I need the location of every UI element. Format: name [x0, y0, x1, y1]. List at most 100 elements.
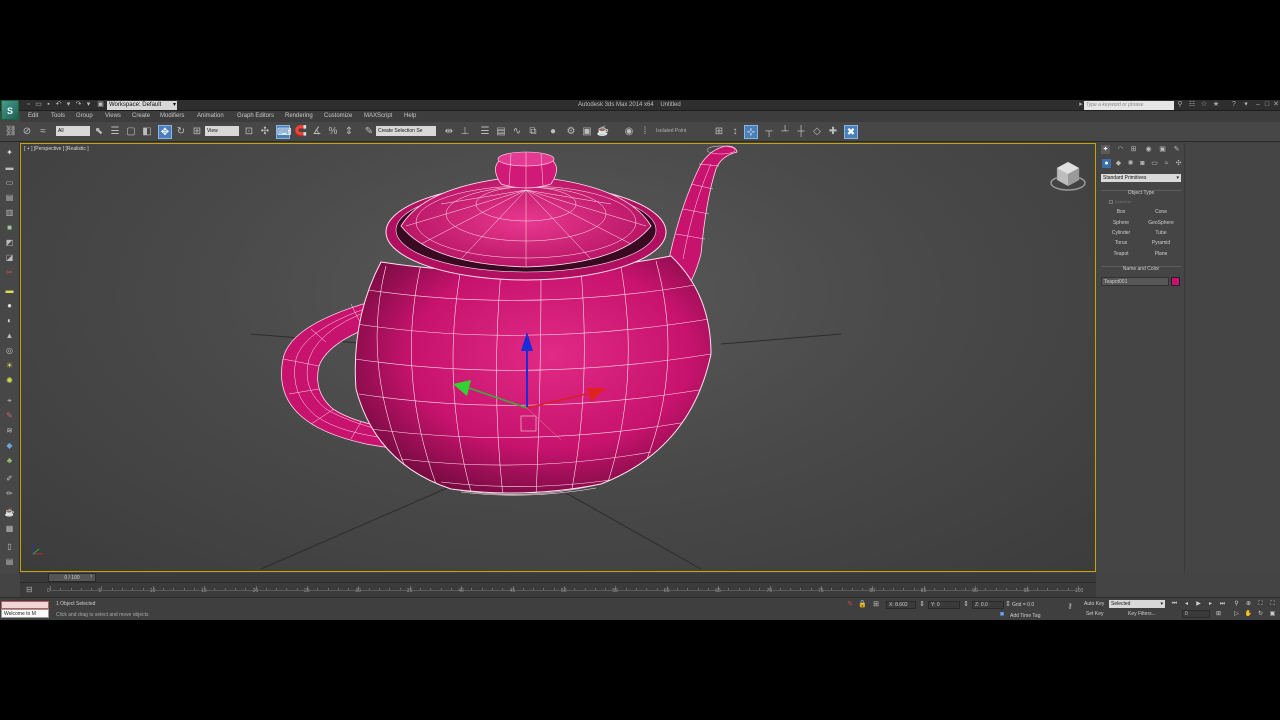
- x-coordinate-field[interactable]: X: 8.602: [886, 601, 916, 609]
- close-icon[interactable]: ✕: [1272, 101, 1280, 109]
- box-button[interactable]: Box: [1103, 208, 1139, 217]
- hierarchy-tab-icon[interactable]: ⊞: [1129, 145, 1138, 154]
- utilities-tab-icon[interactable]: ✎: [1172, 145, 1181, 154]
- x-spinner-icon[interactable]: ⇕: [918, 601, 926, 609]
- pivot-center-icon[interactable]: ⊡: [242, 125, 256, 139]
- window-crossing-icon[interactable]: ◧: [140, 125, 154, 139]
- selection-filter-dropdown[interactable]: All: [56, 126, 90, 136]
- space-warps-icon[interactable]: ≈: [1162, 159, 1171, 168]
- motion-tab-icon[interactable]: ◉: [1144, 145, 1153, 154]
- cone-icon[interactable]: ▲: [3, 330, 16, 341]
- snap-toggle-icon[interactable]: ✚: [826, 125, 840, 139]
- constraint-y-icon[interactable]: ┴: [778, 125, 792, 139]
- teapot-icon[interactable]: ☕: [3, 507, 16, 518]
- name-color-title[interactable]: Name and Color: [1101, 265, 1181, 273]
- select-by-name-icon[interactable]: ☰: [108, 125, 122, 139]
- sphere-button[interactable]: Sphere: [1103, 219, 1139, 228]
- rendered-frame-window-icon[interactable]: ▣: [580, 125, 594, 139]
- cameras-icon[interactable]: ◙: [1138, 159, 1147, 168]
- geosphere-button[interactable]: GeoSphere: [1143, 219, 1179, 228]
- object-name-input[interactable]: Teapot001: [1101, 277, 1169, 286]
- menu-rendering[interactable]: Rendering: [285, 112, 313, 121]
- systems-icon[interactable]: ✣: [1174, 159, 1183, 168]
- helpers-icon[interactable]: ▭: [1150, 159, 1159, 168]
- previous-frame-icon[interactable]: ◂: [1182, 600, 1191, 608]
- go-to-end-icon[interactable]: ⏭: [1218, 600, 1227, 608]
- menu-customize[interactable]: Customize: [324, 112, 352, 121]
- auto-key-button[interactable]: Auto Key: [1084, 601, 1104, 607]
- absolute-mode-icon[interactable]: ⊞: [872, 601, 880, 609]
- sun-icon[interactable]: ☀: [3, 360, 16, 371]
- select-and-rotate-icon[interactable]: ↻: [174, 125, 188, 139]
- save-file-icon[interactable]: ▪: [44, 101, 53, 109]
- object-type-title[interactable]: Object Type: [1101, 189, 1181, 197]
- isolate-selection-icon[interactable]: ◉: [622, 125, 636, 139]
- create-tab-icon[interactable]: ✦: [1101, 145, 1110, 154]
- undo-icon[interactable]: ↶: [54, 101, 63, 109]
- select-and-move-icon[interactable]: ✥: [158, 125, 172, 139]
- menu-tools[interactable]: Tools: [51, 112, 65, 121]
- omni-light-icon[interactable]: ✺: [3, 375, 16, 386]
- layer-manager-icon[interactable]: ☰: [478, 125, 492, 139]
- render-production-icon[interactable]: ☕: [596, 125, 610, 139]
- menu-modifiers[interactable]: Modifiers: [160, 112, 184, 121]
- render-setup-icon[interactable]: ⚙: [564, 125, 578, 139]
- open-file-icon[interactable]: ▭: [34, 101, 43, 109]
- select-and-manipulate-icon[interactable]: ✣: [258, 125, 272, 139]
- keyboard-shortcut-override-icon[interactable]: ⌨: [276, 125, 291, 139]
- menu-group[interactable]: Group: [76, 112, 93, 121]
- zoom-all-icon[interactable]: ⊕: [1244, 600, 1253, 608]
- favorites-icon[interactable]: ★: [1212, 101, 1220, 109]
- unlink-icon[interactable]: ⊘: [20, 125, 34, 139]
- primitive-category-dropdown[interactable]: Standard Primitives ▾: [1101, 174, 1181, 182]
- geometry-icon[interactable]: ●: [1102, 159, 1111, 168]
- application-menu-button[interactable]: S: [1, 100, 19, 120]
- menu-animation[interactable]: Animation: [197, 112, 224, 121]
- schematic-view-icon[interactable]: ⧉: [526, 125, 540, 139]
- align-icon[interactable]: ⊥: [458, 125, 472, 139]
- project-folder-icon[interactable]: ▣: [96, 101, 105, 109]
- redo-dropdown-icon[interactable]: ▾: [84, 101, 93, 109]
- angle-snap-icon[interactable]: ∡: [310, 125, 324, 139]
- sphere-icon[interactable]: ●: [3, 300, 16, 311]
- undo-dropdown-icon[interactable]: ▾: [64, 101, 73, 109]
- object-color-swatch[interactable]: [1171, 277, 1180, 286]
- cut-icon[interactable]: ✂: [3, 267, 16, 278]
- z-coordinate-field[interactable]: Z: 0.0: [972, 601, 1004, 609]
- maximize-icon[interactable]: □: [1263, 101, 1271, 109]
- time-tag-icon[interactable]: ■: [998, 611, 1006, 619]
- cone-button[interactable]: Cone: [1143, 208, 1179, 217]
- menu-maxscript[interactable]: MAXScript: [364, 112, 392, 121]
- time-slider[interactable]: 0 / 100 ›: [20, 573, 1096, 582]
- next-frame-icon[interactable]: ›: [90, 573, 92, 580]
- display-tab-icon[interactable]: ▣: [1158, 145, 1167, 154]
- box-primitive-icon[interactable]: ■: [3, 222, 16, 233]
- z-spinner-icon[interactable]: ⇕: [1004, 601, 1012, 609]
- search-icon[interactable]: ⚲: [1176, 101, 1184, 109]
- play-icon[interactable]: ▶: [1194, 600, 1203, 608]
- spinner-snap-icon[interactable]: ⇕: [342, 125, 356, 139]
- bevel-icon[interactable]: ◩: [3, 237, 16, 248]
- rectangular-selection-icon[interactable]: ▢: [124, 125, 138, 139]
- maxscript-output[interactable]: Welcome to M: [1, 609, 49, 618]
- grid-toggle-icon[interactable]: ▦: [3, 523, 16, 534]
- material-editor-icon[interactable]: ●: [546, 125, 560, 139]
- extras-icon[interactable]: ⊞: [712, 125, 726, 139]
- infocenter-search-input[interactable]: Type a keyword or phrase: [1084, 101, 1174, 110]
- constraint-plane-icon[interactable]: ◇: [810, 125, 824, 139]
- perspective-viewport[interactable]: [ + ] [Perspective ] [Realistic ]: [20, 143, 1096, 572]
- chamfer-icon[interactable]: ◪: [3, 252, 16, 263]
- constraint-z-icon[interactable]: ┼: [794, 125, 808, 139]
- create-icon[interactable]: ✦: [3, 147, 16, 158]
- zoom-icon[interactable]: ⚲: [1232, 600, 1241, 608]
- helper-icon[interactable]: ✎: [3, 410, 16, 421]
- bind-space-warp-icon[interactable]: ≈: [36, 125, 50, 139]
- maxscript-listener[interactable]: Welcome to M: [1, 601, 49, 618]
- mirror-icon[interactable]: ⇹: [442, 125, 456, 139]
- menu-views[interactable]: Views: [105, 112, 121, 121]
- constraint-xy-icon[interactable]: ⊹: [744, 125, 758, 139]
- menu-create[interactable]: Create: [132, 112, 150, 121]
- subscription-icon[interactable]: ☷: [1188, 101, 1196, 109]
- teapot-button[interactable]: Teapot: [1103, 250, 1139, 259]
- scene-explorer-icon[interactable]: ▤: [3, 556, 16, 567]
